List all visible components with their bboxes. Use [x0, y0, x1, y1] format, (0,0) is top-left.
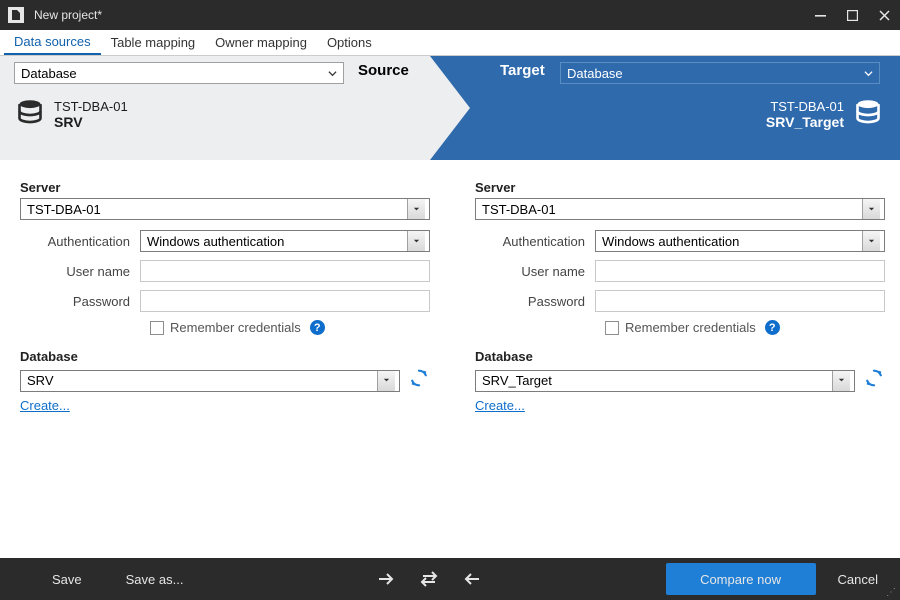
chevron-down-icon [328, 66, 337, 81]
server-label: Server [20, 180, 430, 195]
target-pass-input[interactable] [595, 290, 885, 312]
source-server-value: TST-DBA-01 [27, 202, 101, 217]
source-create-link[interactable]: Create... [20, 398, 70, 413]
user-label: User name [20, 264, 140, 279]
chevron-down-icon [862, 231, 880, 251]
source-user-input[interactable] [140, 260, 430, 282]
tab-table-mapping[interactable]: Table mapping [101, 30, 206, 55]
password-label: Password [20, 294, 140, 309]
source-summary-server: TST-DBA-01 [54, 99, 128, 114]
minimize-button[interactable] [804, 0, 836, 30]
source-remember-checkbox[interactable]: Remember credentials ? [150, 320, 430, 335]
source-type-value: Database [21, 66, 77, 81]
checkbox-icon [605, 321, 619, 335]
maximize-button[interactable] [836, 0, 868, 30]
target-user-input[interactable] [595, 260, 885, 282]
refresh-button[interactable] [408, 367, 430, 394]
tab-owner-mapping[interactable]: Owner mapping [205, 30, 317, 55]
help-icon[interactable]: ? [310, 320, 325, 335]
target-auth-select[interactable]: Windows authentication [595, 230, 885, 252]
tab-options[interactable]: Options [317, 30, 382, 55]
arrow-right-button[interactable] [365, 563, 407, 595]
password-label: Password [475, 294, 595, 309]
target-summary-server: TST-DBA-01 [766, 99, 844, 114]
tab-bar: Data sources Table mapping Owner mapping… [0, 30, 900, 56]
source-form: Server TST-DBA-01 Authentication Windows… [20, 180, 430, 415]
database-icon [854, 98, 882, 131]
chevron-down-icon [862, 199, 880, 219]
save-as-button[interactable]: Save as... [104, 563, 206, 595]
source-database-select[interactable]: SRV [20, 370, 400, 392]
close-button[interactable] [868, 0, 900, 30]
compare-now-button[interactable]: Compare now [666, 563, 816, 595]
source-heading: Source [358, 62, 409, 79]
target-database-select[interactable]: SRV_Target [475, 370, 855, 392]
source-summary-db: SRV [54, 114, 128, 130]
window-title: New project* [34, 8, 804, 22]
source-type-select[interactable]: Database [14, 62, 344, 84]
target-heading: Target [500, 62, 545, 79]
target-database-value: SRV_Target [482, 373, 552, 388]
chevron-down-icon [407, 199, 425, 219]
auth-label: Authentication [20, 234, 140, 249]
chevron-down-icon [864, 66, 873, 81]
source-database-value: SRV [27, 373, 54, 388]
target-server-value: TST-DBA-01 [482, 202, 556, 217]
chevron-down-icon [377, 371, 395, 391]
remember-label: Remember credentials [625, 320, 756, 335]
target-form: Server TST-DBA-01 Authentication Windows… [475, 180, 885, 415]
source-auth-select[interactable]: Windows authentication [140, 230, 430, 252]
swap-button[interactable] [407, 563, 451, 595]
database-label: Database [475, 349, 885, 364]
remember-label: Remember credentials [170, 320, 301, 335]
app-logo [6, 5, 26, 25]
arrow-left-button[interactable] [451, 563, 493, 595]
target-remember-checkbox[interactable]: Remember credentials ? [605, 320, 885, 335]
target-type-value: Database [567, 66, 623, 81]
refresh-button[interactable] [863, 367, 885, 394]
target-summary-db: SRV_Target [766, 114, 844, 130]
target-auth-value: Windows authentication [602, 234, 739, 249]
server-label: Server [475, 180, 885, 195]
save-button[interactable]: Save [30, 563, 104, 595]
tab-data-sources[interactable]: Data sources [4, 30, 101, 55]
target-type-select[interactable]: Database [560, 62, 880, 84]
database-icon [16, 98, 44, 131]
chevron-down-icon [832, 371, 850, 391]
user-label: User name [475, 264, 595, 279]
chevron-down-icon [407, 231, 425, 251]
help-icon[interactable]: ? [765, 320, 780, 335]
resize-grip-icon[interactable]: ⋰ [886, 587, 898, 598]
source-server-select[interactable]: TST-DBA-01 [20, 198, 430, 220]
source-pass-input[interactable] [140, 290, 430, 312]
target-create-link[interactable]: Create... [475, 398, 525, 413]
checkbox-icon [150, 321, 164, 335]
target-server-select[interactable]: TST-DBA-01 [475, 198, 885, 220]
source-auth-value: Windows authentication [147, 234, 284, 249]
auth-label: Authentication [475, 234, 595, 249]
database-label: Database [20, 349, 430, 364]
